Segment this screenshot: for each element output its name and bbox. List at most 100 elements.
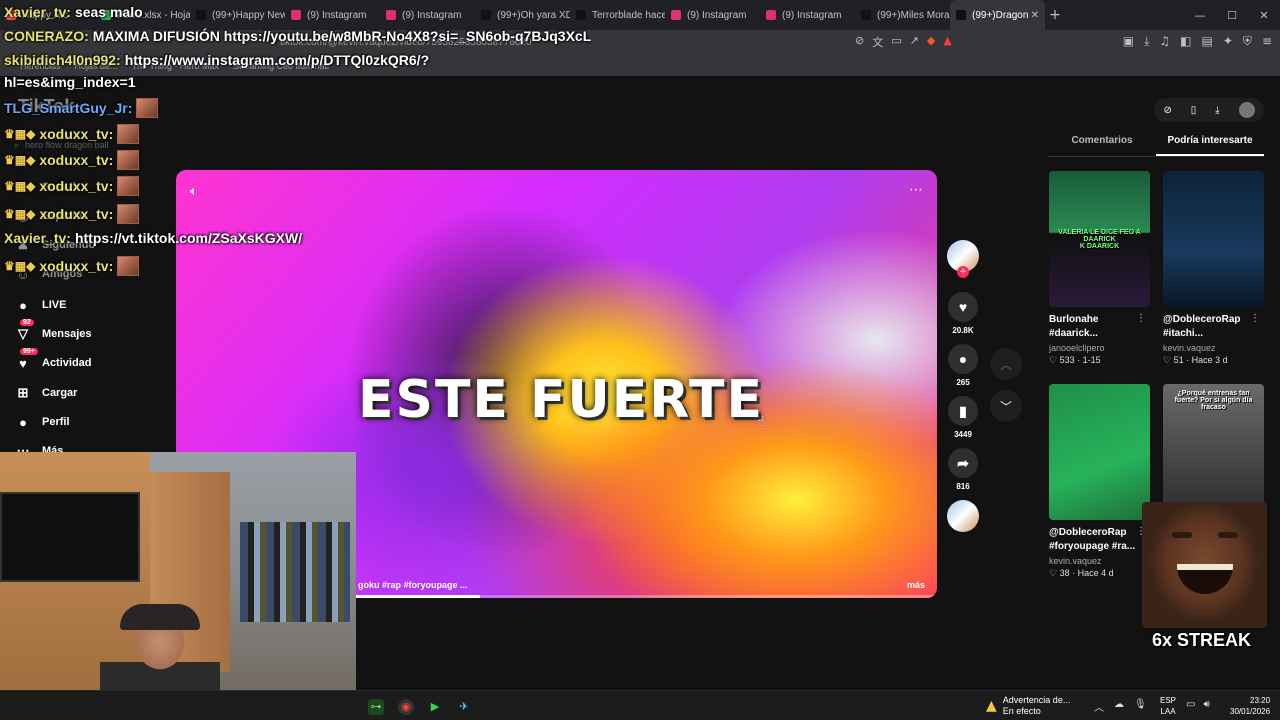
save-button[interactable]: ▮ 3449	[947, 396, 979, 439]
ai-icon[interactable]: ✦	[1223, 34, 1233, 49]
chat-text: https://www.instagram.com/p/DTTQl0zkQR6/…	[124, 52, 430, 68]
menu-icon[interactable]: ≡	[1262, 34, 1272, 49]
app-icon[interactable]: ⊶	[368, 699, 384, 715]
music-icon[interactable]: ♫	[1159, 34, 1170, 49]
sidebar-item-actividad[interactable]: ♥ 99+ Actividad	[14, 348, 92, 372]
network-icon[interactable]: ▭	[1186, 699, 1195, 710]
video-description[interactable]: goku #rap #foryoupage ...	[358, 580, 468, 590]
translate-icon[interactable]: 文	[872, 34, 883, 50]
streak-label: 6x STREAK	[1152, 630, 1252, 650]
chat-message: hl=es&img_index=1	[4, 74, 136, 90]
chevron-up-icon: ︿	[999, 357, 1012, 372]
chat-emote	[117, 176, 140, 196]
video-caption-overlay: ESTE FUERTE	[357, 370, 765, 430]
close-icon[interactable]: ✕	[1031, 10, 1039, 21]
extension-alert-icon[interactable]: ▲	[943, 34, 951, 50]
tab-label: (99+)Miles Moral	[877, 9, 950, 21]
no-cast-icon[interactable]: ⊘	[855, 34, 864, 50]
obs-icon[interactable]: ◉	[398, 699, 414, 715]
browser-tab[interactable]: (9) Instagram	[665, 0, 760, 30]
tab-favicon-icon	[956, 10, 966, 20]
chat-username: CONERAZO:	[4, 28, 89, 44]
browser-tab[interactable]: (99+)Dragon ✕	[950, 0, 1045, 30]
share-button[interactable]: ➦ 816	[947, 448, 979, 491]
webcam-tv	[0, 492, 140, 582]
vpn-icon[interactable]: ⛨	[1243, 34, 1252, 49]
music-disc[interactable]	[947, 500, 979, 532]
minimize-button[interactable]: —	[1184, 0, 1216, 30]
chat-username: xoduxx_tv:	[39, 258, 114, 274]
chat-emote	[136, 98, 159, 118]
comment-count: 265	[956, 378, 970, 387]
more-options-icon[interactable]: ⋮	[1136, 313, 1146, 324]
sidebar-toggle-icon[interactable]: ◧	[1180, 34, 1191, 49]
like-count: 20.8K	[952, 326, 974, 335]
download-icon[interactable]: ⤓	[1144, 34, 1149, 49]
play-icon[interactable]: ▶	[427, 699, 443, 715]
recommendation-card[interactable]: VALERIA LE DICE FEO A DAARICK K DAARICK B…	[1049, 171, 1150, 366]
next-video-button[interactable]: ﹀	[990, 390, 1022, 422]
more-options-icon[interactable]: ⋯	[909, 182, 923, 198]
previous-video-button[interactable]: ︿	[990, 348, 1022, 380]
like-button[interactable]: ♥ 20.8K	[947, 292, 979, 335]
system-tray: ︿ ☁ 🎙︎	[1094, 699, 1147, 714]
mic-icon[interactable]: 🎙︎	[1134, 699, 1147, 714]
cloud-icon[interactable]: ☁	[1114, 699, 1124, 714]
steam-icon[interactable]: ✈	[456, 699, 472, 715]
panel-tab[interactable]: Comentarios	[1048, 135, 1156, 156]
chat-username: xoduxx_tv:	[39, 126, 114, 142]
share-count: 816	[956, 482, 970, 491]
sidebar-item-live[interactable]: ● LIVE	[14, 296, 66, 314]
profile-avatar[interactable]	[1238, 102, 1255, 118]
chevron-up-icon[interactable]: ︿	[1094, 699, 1104, 714]
chat-message: ♛▦◆ xoduxx_tv:	[4, 204, 140, 224]
download-icon[interactable]: ⤓	[1215, 105, 1219, 116]
chat-badge-icon: ♛▦◆	[4, 127, 36, 141]
tab-favicon-icon	[861, 10, 871, 20]
meme-mouth	[1177, 564, 1233, 594]
chat-username: skibidich4l0n992:	[4, 52, 121, 68]
taskbar: ⊶ ◉ ▶ ✈ ▲ Advertencia de... En efecto ︿ ☁…	[0, 690, 1280, 720]
chat-text: MAXIMA DIFUSIÓN https://youtu.be/w8MbR-N…	[92, 28, 592, 44]
recommendation-card[interactable]: @DobleceroRap #foryoupage #ra... kevin.vaq…	[1049, 384, 1150, 579]
sidebar-item-label: Actividad	[42, 357, 92, 369]
browser-tab[interactable]: (9) Instagram	[760, 0, 855, 30]
compass-icon[interactable]: ⊘	[1163, 105, 1171, 116]
sidebar-item-perfil[interactable]: ● Perfil	[14, 413, 69, 431]
tab-label: (9) Instagram	[782, 9, 842, 21]
share-icon[interactable]: ↗	[910, 34, 919, 50]
nav-icon: ●	[19, 297, 27, 313]
card-meta: ♡ 51 · Hace 3 d	[1163, 355, 1228, 365]
new-tab-button[interactable]: +	[1045, 7, 1065, 23]
clock[interactable]: 23:20 30/01/2026	[1230, 695, 1270, 717]
card-thumbnail: ¿Porqué entrenas tan fuerte? Por si algú…	[1163, 384, 1264, 520]
maximize-button[interactable]: ☐	[1216, 0, 1248, 30]
chat-text: seas malo	[74, 4, 143, 20]
recommendation-card[interactable]: ¿Porqué entrenas tan fuerte? Por si algú…	[1163, 384, 1264, 520]
more-link[interactable]: más	[907, 580, 925, 590]
panel-tab[interactable]: Podría interesarte	[1156, 135, 1264, 156]
chat-username: Xavier_tv:	[4, 4, 71, 20]
sidebar-item-mensajes[interactable]: ▽ 92 Mensajes	[14, 319, 92, 343]
nav-icon: ●	[19, 414, 27, 430]
language-indicator[interactable]: ESP LAA	[1160, 695, 1176, 717]
chevron-down-icon: ﹀	[999, 399, 1012, 414]
install-icon[interactable]: ▭	[891, 34, 901, 50]
volume-icon[interactable]: 🔊︎	[1203, 699, 1209, 710]
follow-plus-icon[interactable]: +	[957, 266, 969, 278]
recommendation-card[interactable]: @DobleceroRap #itachi... kevin.vaquez ♡ 51 …	[1163, 171, 1264, 366]
meme-eyes	[1172, 532, 1238, 542]
notification-badge: 99+	[20, 348, 38, 355]
comment-button[interactable]: ● 265	[947, 344, 979, 387]
sidebar-item-label: Cargar	[42, 387, 78, 399]
chat-emote	[117, 204, 140, 224]
phone-icon[interactable]: ▯	[1191, 105, 1197, 116]
wallet-icon[interactable]: ▤	[1202, 34, 1213, 49]
close-window-button[interactable]: ✕	[1248, 0, 1280, 30]
warning-notification[interactable]: ▲ Advertencia de... En efecto	[986, 695, 1070, 717]
sidebar-panel-icon[interactable]: ▣	[1123, 34, 1134, 49]
browser-tab[interactable]: (99+)Miles Moral	[855, 0, 950, 30]
sidebar-item-cargar[interactable]: ⊞ Cargar	[14, 384, 78, 402]
brave-shield-icon[interactable]: ◆	[927, 34, 935, 50]
more-options-icon[interactable]: ⋮	[1250, 313, 1260, 324]
